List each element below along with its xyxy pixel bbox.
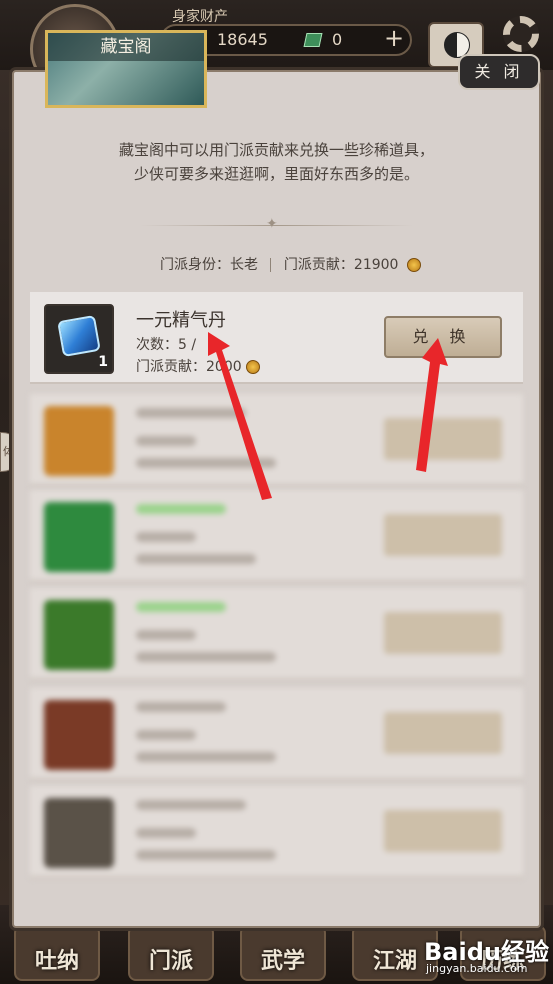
annotation-arrows [208,332,448,500]
annotation-arrow-right [416,338,448,472]
watermark-url: jingyan.baidu.com [426,962,528,975]
annotation-arrow-left [208,332,272,500]
